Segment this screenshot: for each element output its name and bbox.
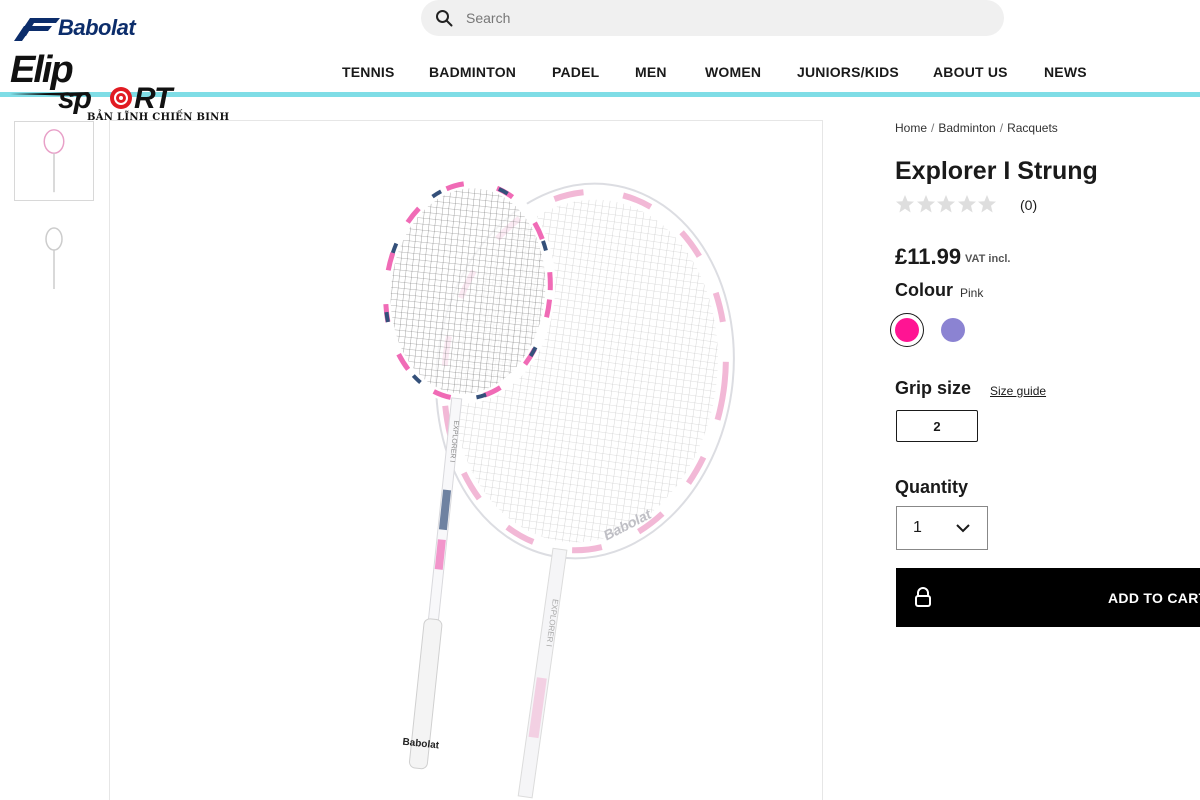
babolat-logo[interactable]: Babolat xyxy=(12,14,136,42)
review-count[interactable]: (0) xyxy=(1020,197,1037,213)
colour-value: Pink xyxy=(960,286,984,300)
search-icon xyxy=(436,10,453,27)
site-header: Babolat Elip sp RT BẢN LĨNH CHIẾN BINH S… xyxy=(0,0,1200,123)
nav-item-badminton[interactable]: BADMINTON xyxy=(429,64,516,80)
main-navigation: TENNIS BADMINTON PADEL MEN WOMEN JUNIORS… xyxy=(0,64,1200,84)
size-guide-link[interactable]: Size guide xyxy=(990,384,1046,398)
racquet-grip-logo-text: Babolat xyxy=(402,737,440,752)
breadcrumb: Home / Badminton / Racquets xyxy=(895,121,1058,135)
add-to-cart-label: ADD TO CART xyxy=(1108,590,1200,606)
rating-stars[interactable] xyxy=(895,194,998,214)
chevron-down-icon xyxy=(956,524,970,533)
racquet-thumbnail-image xyxy=(43,129,65,193)
colour-swatch-pink[interactable] xyxy=(895,318,919,342)
nav-item-women[interactable]: WOMEN xyxy=(705,64,761,80)
search-placeholder: Search xyxy=(466,10,511,26)
nav-item-padel[interactable]: PADEL xyxy=(552,64,599,80)
nav-item-news[interactable]: NEWS xyxy=(1044,64,1087,80)
babolat-wordmark: Babolat xyxy=(58,15,136,40)
star-icon xyxy=(896,195,914,213)
gallery-thumbnail-1[interactable] xyxy=(14,121,94,201)
quantity-value: 1 xyxy=(913,519,922,536)
add-to-cart-button[interactable]: ADD TO CART xyxy=(896,568,1200,627)
babolat-stripes-icon xyxy=(14,18,60,41)
vat-note: VAT incl. xyxy=(965,253,1011,265)
star-icon xyxy=(957,195,976,213)
quantity-select[interactable]: 1 xyxy=(896,506,988,550)
grip-size-label: Grip size xyxy=(895,378,972,398)
breadcrumb-badminton[interactable]: Badminton xyxy=(938,121,995,135)
breadcrumb-racquets[interactable]: Racquets xyxy=(1007,121,1058,135)
grip-size-option[interactable]: 2 xyxy=(896,410,978,442)
star-icon xyxy=(978,195,996,213)
nav-item-juniors-kids[interactable]: JUNIORS/KIDS xyxy=(797,64,899,80)
svg-text:RT: RT xyxy=(134,82,175,115)
lock-icon xyxy=(915,587,931,607)
quantity-label: Quantity xyxy=(895,477,969,497)
svg-text:sp: sp xyxy=(58,82,92,115)
racquet-pair-illustration: EXPLORER I Babolat EXPLORER I Babolat xyxy=(380,178,735,799)
star-icon xyxy=(916,195,935,213)
star-icon xyxy=(937,195,955,213)
product-main-image[interactable]: EXPLORER I Babolat EXPLORER I Babolat xyxy=(109,120,823,800)
product-price: £11.99 xyxy=(895,244,962,269)
gallery-thumbnail-2[interactable] xyxy=(14,211,94,291)
search-bar[interactable]: Search xyxy=(421,0,1004,36)
colour-label: Colour xyxy=(895,280,953,300)
racquet-thumbnail-image xyxy=(45,227,63,289)
nav-item-about-us[interactable]: ABOUT US xyxy=(933,64,1008,80)
colour-swatch-purple[interactable] xyxy=(941,318,965,342)
product-title: Explorer I Strung xyxy=(895,157,1098,185)
nav-item-tennis[interactable]: TENNIS xyxy=(342,64,395,80)
breadcrumb-home[interactable]: Home xyxy=(895,121,927,135)
nav-item-men[interactable]: MEN xyxy=(635,64,667,80)
